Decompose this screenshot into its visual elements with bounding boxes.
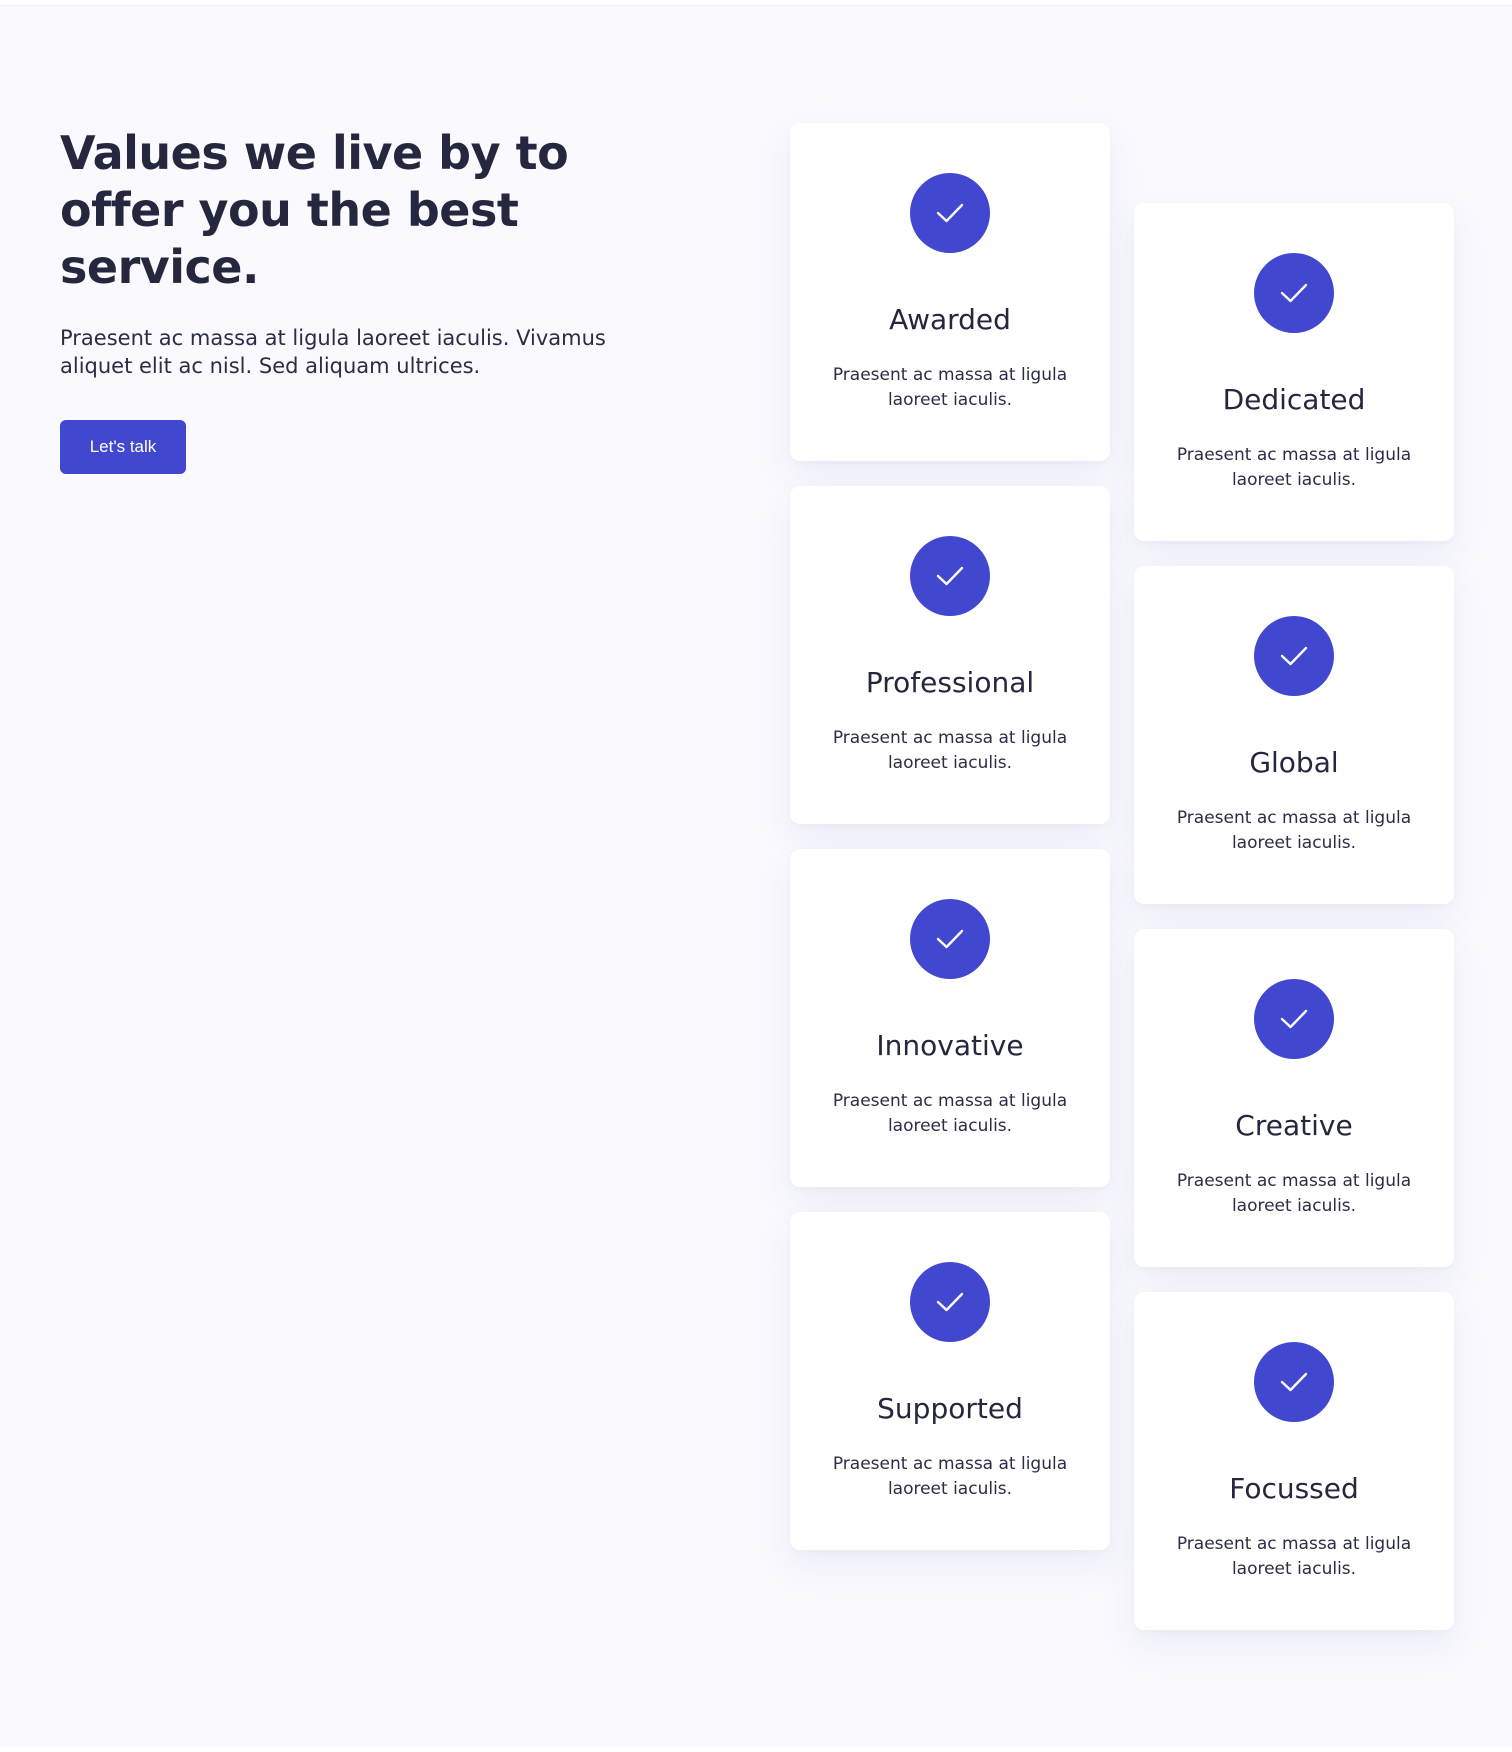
check-icon	[910, 536, 990, 616]
check-icon	[1254, 253, 1334, 333]
value-title: Creative	[1235, 1109, 1353, 1142]
page-title: Values we live by to offer you the best …	[60, 126, 569, 294]
value-card-focussed: Focussed Praesent ac massa at ligula lao…	[1134, 1292, 1454, 1630]
intro-description: Praesent ac massa at ligula laoreet iacu…	[60, 326, 606, 378]
value-card-awarded: Awarded Praesent ac massa at ligula laor…	[790, 123, 1110, 461]
lets-talk-button[interactable]: Let's talk	[60, 420, 186, 474]
check-icon	[910, 1262, 990, 1342]
value-title: Global	[1249, 746, 1339, 779]
value-description: Praesent ac massa at ligula laoreet iacu…	[1176, 445, 1412, 490]
value-card-dedicated: Dedicated Praesent ac massa at ligula la…	[1134, 203, 1454, 541]
check-icon	[1254, 979, 1334, 1059]
check-icon	[910, 899, 990, 979]
values-section: Values we live by to offer you the best …	[0, 5, 1512, 1747]
value-title: Professional	[865, 666, 1035, 699]
value-title: Awarded	[889, 303, 1011, 336]
value-title: Supported	[877, 1392, 1023, 1425]
value-description: Praesent ac massa at ligula laoreet iacu…	[1176, 1171, 1412, 1216]
value-card-supported: Supported Praesent ac massa at ligula la…	[790, 1212, 1110, 1550]
value-card-creative: Creative Praesent ac massa at ligula lao…	[1134, 929, 1454, 1267]
value-description: Praesent ac massa at ligula laoreet iacu…	[832, 728, 1068, 773]
check-icon	[910, 173, 990, 253]
values-intro: Values we live by to offer you the best …	[60, 125, 620, 474]
value-description: Praesent ac massa at ligula laoreet iacu…	[832, 1091, 1068, 1136]
value-card-innovative: Innovative Praesent ac massa at ligula l…	[790, 849, 1110, 1187]
value-description: Praesent ac massa at ligula laoreet iacu…	[832, 365, 1068, 410]
value-title: Focussed	[1229, 1472, 1359, 1505]
check-icon	[1254, 1342, 1334, 1422]
value-description: Praesent ac massa at ligula laoreet iacu…	[832, 1454, 1068, 1499]
check-icon	[1254, 616, 1334, 696]
value-title: Innovative	[876, 1029, 1024, 1062]
value-card-professional: Professional Praesent ac massa at ligula…	[790, 486, 1110, 824]
value-description: Praesent ac massa at ligula laoreet iacu…	[1176, 1534, 1412, 1579]
value-description: Praesent ac massa at ligula laoreet iacu…	[1176, 808, 1412, 853]
value-card-global: Global Praesent ac massa at ligula laore…	[1134, 566, 1454, 904]
value-title: Dedicated	[1222, 383, 1366, 416]
